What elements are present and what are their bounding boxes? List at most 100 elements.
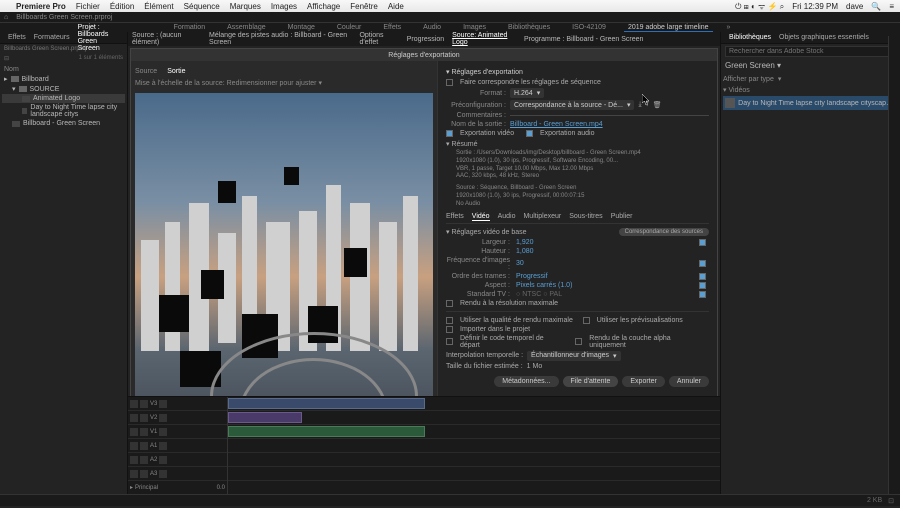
match-source-button[interactable]: Correspondance des sources	[619, 228, 709, 236]
max-res-checkbox[interactable]	[446, 300, 453, 307]
timeline-clip[interactable]	[228, 398, 425, 409]
document-tab[interactable]: Billboards Green Screen.prproj	[10, 14, 118, 21]
source-tab-progress[interactable]: Progression	[407, 36, 444, 43]
cancel-button[interactable]: Annuler	[669, 376, 709, 387]
essential-graphics-tab[interactable]: Objets graphiques essentiels	[775, 34, 873, 41]
settings-tab-mux[interactable]: Multiplexeur	[523, 213, 561, 221]
ws-custom[interactable]: 2019 adobe large timeline	[624, 24, 713, 32]
project-tab-effects[interactable]: Effets	[4, 34, 30, 41]
timeline-clip[interactable]	[228, 412, 302, 423]
bin-source[interactable]: ▾SOURCE	[2, 84, 125, 94]
menu-help[interactable]: Aide	[388, 2, 404, 11]
clip-animated-logo[interactable]: Animated Logo	[2, 94, 125, 103]
timeline-clip[interactable]	[228, 426, 425, 437]
track-header-a2[interactable]: A2	[128, 453, 227, 467]
output-name-link[interactable]: Billboard - Green Screen.mp4	[510, 121, 603, 128]
preview-tab-source[interactable]: Source	[135, 68, 157, 75]
settings-tab-video[interactable]: Vidéo	[472, 213, 490, 221]
aspect-match-checkbox[interactable]	[699, 282, 706, 289]
scale-dropdown[interactable]: Redimensionner pour ajuster ▾	[227, 80, 322, 87]
settings-tab-publish[interactable]: Publier	[611, 213, 633, 221]
export-button[interactable]: Exporter	[622, 376, 664, 387]
export-video-checkbox[interactable]	[446, 130, 453, 137]
ws-overflow-icon[interactable]: »	[727, 24, 731, 31]
aspect-field[interactable]: Pixels carrés (1.0)	[516, 282, 572, 289]
libraries-tab[interactable]: Bibliothèques	[725, 34, 775, 41]
track-header-v2[interactable]: V2	[128, 411, 227, 425]
library-search-input[interactable]	[725, 46, 896, 57]
status-icon[interactable]: ⊡	[888, 497, 894, 505]
export-audio-checkbox[interactable]	[526, 130, 533, 137]
project-tab-formaters[interactable]: Formateurs	[30, 34, 74, 41]
menu-clip[interactable]: Élément	[144, 2, 173, 11]
settings-tab-audio[interactable]: Audio	[498, 213, 516, 221]
timecode-start-checkbox[interactable]	[446, 338, 453, 345]
menubar-user[interactable]: dave	[846, 2, 863, 11]
preset-delete-icon[interactable]: 🗑	[653, 101, 662, 109]
menu-markers[interactable]: Marques	[230, 2, 261, 11]
siri-icon[interactable]: ≡	[889, 2, 894, 11]
menu-window[interactable]: Fenêtre	[350, 2, 378, 11]
ws-graphics[interactable]: Images	[459, 24, 490, 31]
ws-editing[interactable]: Montage	[284, 24, 319, 31]
width-field[interactable]: 1,920	[516, 239, 534, 246]
height-field[interactable]: 1,080	[516, 248, 534, 255]
ws-audio[interactable]: Audio	[419, 24, 445, 31]
program-tab[interactable]: Programme : Billboard - Green Screen	[524, 36, 643, 43]
tv-match-checkbox[interactable]	[699, 291, 706, 298]
fps-field[interactable]: 30	[516, 260, 524, 267]
home-icon[interactable]: ⌂	[4, 14, 8, 21]
use-previews-checkbox[interactable]	[583, 317, 590, 324]
track-header-master[interactable]: ▸Principal0.0	[128, 481, 227, 495]
spotlight-icon[interactable]: 🔍	[871, 2, 881, 11]
menu-view[interactable]: Affichage	[307, 2, 340, 11]
max-depth-checkbox[interactable]	[446, 317, 453, 324]
menubar-icons[interactable]: ⏻ ⊞ ◐ ᯤ ⚡ ⌕	[735, 1, 784, 12]
order-match-checkbox[interactable]	[699, 273, 706, 280]
library-item[interactable]: Day to Night Time lapse city landscape c…	[723, 96, 898, 110]
clip-timelapse[interactable]: Day to Night Time lapse city landscape c…	[2, 103, 125, 119]
bin-billboard[interactable]: ▸Billboard	[2, 74, 125, 84]
sequence-billboard[interactable]: Billboard - Green Screen	[2, 119, 125, 128]
library-selector[interactable]: Green Screen ▾	[721, 59, 900, 72]
project-col-name[interactable]: Nom	[2, 65, 125, 74]
preset-dropdown[interactable]: Correspondance à la source - Dé... ▾	[510, 100, 634, 110]
timeline-tracks[interactable]	[228, 397, 720, 494]
settings-tab-captions[interactable]: Sous-titres	[569, 213, 602, 221]
ws-libraries[interactable]: Bibliothèques	[504, 24, 554, 31]
menu-graphics[interactable]: Images	[271, 2, 297, 11]
source-tab-audiomixer[interactable]: Mélange des pistes audio : Billboard - G…	[209, 32, 351, 46]
menubar-clock[interactable]: Fri 12:39 PM	[792, 2, 838, 11]
settings-tab-effects[interactable]: Effets	[446, 213, 464, 221]
import-project-checkbox[interactable]	[446, 326, 453, 333]
menu-file[interactable]: Fichier	[76, 2, 100, 11]
comments-field[interactable]	[510, 115, 709, 116]
ws-iso[interactable]: ISO-42109	[568, 24, 610, 31]
ws-assembly[interactable]: Assemblage	[223, 24, 270, 31]
track-header-a3[interactable]: A3	[128, 467, 227, 481]
source-tab-effectopts[interactable]: Options d'effet	[359, 32, 398, 46]
interp-dropdown[interactable]: Échantillonneur d'images ▾	[527, 351, 621, 361]
ws-effects[interactable]: Effets	[379, 24, 405, 31]
format-dropdown[interactable]: H.264 ▾	[510, 88, 544, 98]
preset-import-icon[interactable]: ⤒	[646, 101, 649, 109]
source-tab-animatedlogo[interactable]: Source: Animated Logo	[452, 32, 516, 46]
field-order-field[interactable]: Progressif	[516, 273, 548, 280]
menu-sequence[interactable]: Séquence	[184, 2, 220, 11]
source-tab-none[interactable]: Source : (aucun élément)	[132, 32, 201, 46]
track-header-v3[interactable]: V3	[128, 397, 227, 411]
ws-color[interactable]: Couleur	[333, 24, 366, 31]
ws-formation[interactable]: Formation	[170, 24, 210, 31]
project-filter-icon[interactable]: ⊟	[4, 55, 9, 62]
menu-edit[interactable]: Édition	[110, 2, 134, 11]
width-match-checkbox[interactable]	[699, 239, 706, 246]
filter-dropdown[interactable]: ▾	[778, 75, 782, 83]
app-name[interactable]: Premiere Pro	[16, 2, 66, 11]
match-seq-checkbox[interactable]	[446, 79, 453, 86]
metadata-button[interactable]: Métadonnées...	[494, 376, 558, 387]
alpha-only-checkbox[interactable]	[575, 338, 582, 345]
track-header-a1[interactable]: A1	[128, 439, 227, 453]
fps-match-checkbox[interactable]	[699, 260, 706, 267]
preview-tab-output[interactable]: Sortie	[167, 68, 185, 75]
track-header-v1[interactable]: V1	[128, 425, 227, 439]
